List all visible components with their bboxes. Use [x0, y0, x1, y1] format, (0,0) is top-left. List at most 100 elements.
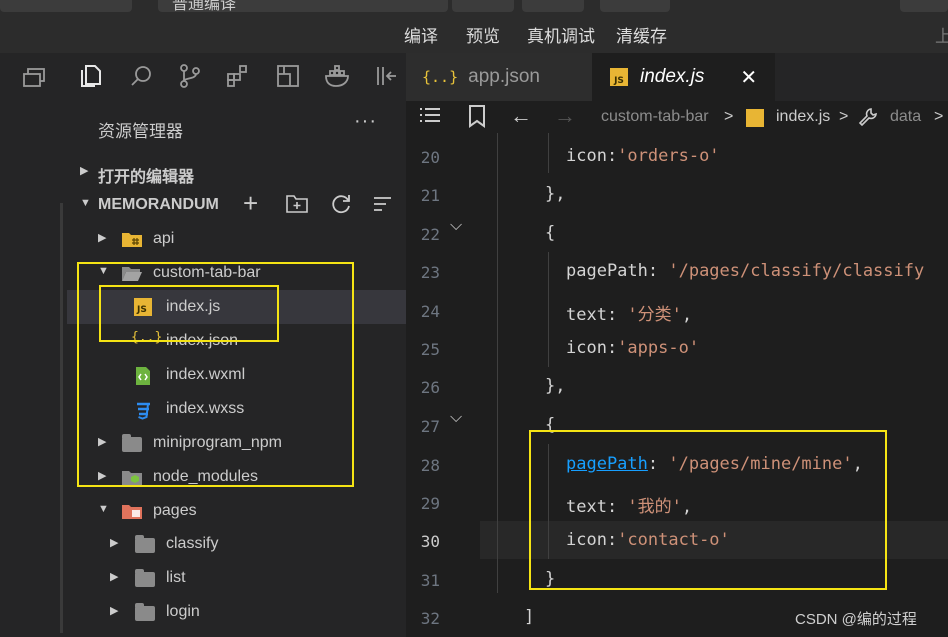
- code-line: icon:'orders-o': [566, 146, 720, 166]
- toolbar-btn[interactable]: [600, 0, 670, 12]
- indent-guide: [548, 133, 549, 173]
- line-number: 28: [420, 456, 440, 475]
- list-icon[interactable]: [418, 105, 442, 132]
- bookmark-icon[interactable]: [468, 104, 486, 133]
- pages-folder-icon: [121, 502, 142, 520]
- upload-button[interactable]: 上: [935, 22, 948, 47]
- code-line: ]: [524, 607, 534, 627]
- device-debug-button[interactable]: 真机调试: [527, 22, 595, 47]
- refresh-icon[interactable]: [329, 192, 353, 221]
- folder-icon: [135, 569, 155, 587]
- breadcrumb-file[interactable]: index.js: [776, 108, 830, 126]
- js-file-icon: [746, 109, 764, 127]
- line-number: 25: [420, 340, 440, 359]
- line-number: 32: [420, 609, 440, 628]
- chevron-down-icon[interactable]: ⌵: [450, 409, 462, 427]
- explorer-icon[interactable]: [76, 61, 106, 91]
- code-token: 'apps-o': [617, 338, 700, 358]
- more-actions-button[interactable]: ···: [354, 110, 377, 133]
- compile-mode-select[interactable]: 普通编译: [158, 0, 448, 13]
- left-scrollbar[interactable]: [60, 203, 63, 633]
- chevron-right-icon: ▶: [110, 605, 119, 617]
- code-token: pagePath:: [566, 261, 669, 281]
- toolbar-btn[interactable]: [900, 0, 948, 12]
- code-line: icon:'apps-o': [566, 338, 699, 358]
- tab-label: index.js: [640, 66, 705, 87]
- line-number: 29: [420, 494, 440, 513]
- code-token: ]: [524, 607, 535, 627]
- code-line: {: [545, 223, 555, 243]
- breadcrumb-folder[interactable]: custom-tab-bar: [601, 108, 709, 126]
- code-token: '/pages/classify/classify: [668, 261, 925, 281]
- open-editors-label: 打开的编辑器: [98, 169, 195, 186]
- project-label: MEMORANDUM: [98, 196, 219, 213]
- top-select[interactable]: [0, 0, 132, 12]
- open-editors-section[interactable]: ▶ 打开的编辑器: [67, 155, 406, 189]
- editor-tab-bar: {..} app.json JS index.js ✕: [406, 53, 948, 101]
- template-icon[interactable]: [273, 61, 303, 91]
- code-token: icon:: [566, 338, 618, 358]
- top-toolbar: 普通编译 编译 预览 真机调试 清缓存 上: [0, 0, 948, 53]
- tree-label: classify: [166, 535, 219, 552]
- code-line: },: [545, 376, 565, 396]
- highlight-box-file: [99, 285, 279, 342]
- tree-item-list[interactable]: ▶ list: [67, 561, 406, 595]
- code-token: ,: [681, 305, 693, 325]
- watermark: CSDN @编的过程: [795, 611, 917, 628]
- new-folder-icon[interactable]: [285, 192, 309, 219]
- tab-index-js[interactable]: JS index.js ✕: [592, 53, 775, 101]
- api-folder-icon: [121, 230, 142, 248]
- line-number: 31: [420, 571, 440, 590]
- chevron-down-icon: ▼: [80, 197, 91, 209]
- collapse-panel-icon[interactable]: [372, 61, 402, 91]
- chevron-down-icon[interactable]: ⌵: [450, 217, 462, 235]
- wrench-icon: [857, 106, 879, 133]
- compile-button[interactable]: 编译: [404, 22, 438, 47]
- explorer-title: 资源管理器: [98, 122, 183, 141]
- project-section[interactable]: ▼ MEMORANDUM +: [67, 188, 406, 222]
- js-file-icon: JS: [610, 68, 628, 86]
- tree-item-login[interactable]: ▶ login: [67, 595, 406, 629]
- tree-label: pages: [153, 502, 197, 519]
- tree-item-api[interactable]: ▶ api: [67, 222, 406, 256]
- tree-label: login: [166, 603, 200, 620]
- tree-item-pages[interactable]: ▼ pages: [67, 494, 406, 528]
- toolbar-btn[interactable]: [452, 0, 514, 12]
- folder-icon: [135, 535, 155, 553]
- tab-app-json[interactable]: {..} app.json: [406, 53, 592, 101]
- simulator-strip: [0, 53, 67, 637]
- forward-arrow-icon[interactable]: →: [554, 103, 576, 129]
- line-number: 27: [420, 417, 440, 436]
- toolbar-btn[interactable]: [522, 0, 584, 12]
- source-control-icon[interactable]: [175, 61, 205, 91]
- tree-item-classify[interactable]: ▶ classify: [67, 527, 406, 561]
- chevron-right-icon: ▶: [80, 165, 89, 177]
- line-number: 24: [420, 302, 440, 321]
- code-line: pagePath: '/pages/classify/classify: [566, 261, 924, 281]
- line-number: 23: [420, 263, 440, 282]
- clear-cache-button[interactable]: 清缓存: [616, 22, 667, 47]
- code-token: },: [545, 376, 566, 396]
- indent-guide: [548, 252, 549, 367]
- line-number: 30: [420, 532, 440, 551]
- docker-icon[interactable]: [323, 61, 353, 91]
- extensions-icon[interactable]: [223, 61, 253, 91]
- window-icon[interactable]: [22, 67, 48, 94]
- new-file-icon[interactable]: +: [243, 188, 258, 219]
- code-token: 'orders-o': [617, 146, 720, 166]
- line-number: 20: [420, 148, 440, 167]
- close-icon[interactable]: ✕: [740, 65, 757, 90]
- collapse-all-icon[interactable]: [371, 192, 395, 221]
- line-number: 21: [420, 186, 440, 205]
- preview-button[interactable]: 预览: [466, 22, 500, 47]
- code-token: icon:: [566, 146, 618, 166]
- chevron-right-icon: ▶: [110, 537, 119, 549]
- breadcrumb-symbol[interactable]: data: [890, 108, 921, 126]
- back-arrow-icon[interactable]: ←: [510, 103, 532, 129]
- chevron-down-icon: ▼: [98, 503, 109, 515]
- chevron-right-icon: >: [724, 108, 734, 125]
- code-token: },: [545, 184, 566, 204]
- search-icon[interactable]: [127, 61, 157, 91]
- code-token: '分类': [627, 305, 682, 325]
- code-line: text: '分类',: [566, 300, 692, 325]
